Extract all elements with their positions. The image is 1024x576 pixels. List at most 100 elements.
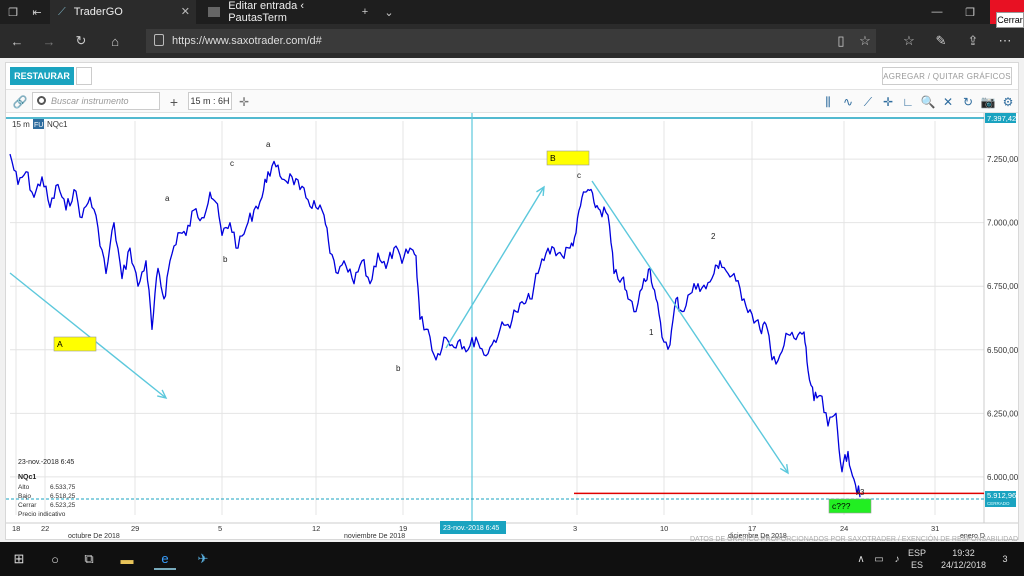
share-icon[interactable]: ⇪ [964,32,982,50]
back-arrow-icon[interactable]: ← [8,32,26,50]
x-tick-label: 10 [660,524,668,533]
y-tick-label: 6.250,00 [987,409,1018,418]
info-row-label: Bajo [18,493,31,500]
annotation-box-label: A [57,339,63,349]
new-tab-button[interactable]: + [354,0,376,24]
fu-badge-text: FU [34,122,43,129]
camera-icon[interactable]: 📷 [980,94,996,110]
trend-tool-icon[interactable]: ∟ [900,94,916,110]
month-label: octubre De 2018 [68,533,120,539]
annotation-box-label: B [550,153,556,163]
tab-label: TraderGO [73,6,123,18]
minimize-icon[interactable]: — [922,0,952,24]
fit-icon[interactable]: ✕ [940,94,956,110]
close-tooltip: Cerrar [996,12,1024,28]
search-icon[interactable]: ○ [44,548,66,570]
chart-panel: RESTAURAR AGREGAR / QUITAR GRÁFICOS 🔗 Bu… [5,62,1019,540]
task-view-icon[interactable]: ⧉ [78,548,100,570]
indicators-icon[interactable]: ⫼ [820,94,836,110]
wave-label: b [223,255,228,264]
x-tick-label: 12 [312,524,320,533]
info-symbol: NQc1 [18,474,36,481]
wave-label: 2 [711,232,716,241]
tab-tradergo[interactable]: ⟋ TraderGO ✕ [50,0,196,24]
edge-icon[interactable]: e [154,548,176,570]
address-bar[interactable]: https://www.saxotrader.com/d# [146,29,876,53]
x-tick-label: 22 [41,524,49,533]
info-row-label: Alto [18,484,30,491]
tab-list-icon[interactable]: ❐ [2,0,24,24]
tradergo-app: RESTAURAR AGREGAR / QUITAR GRÁFICOS 🔗 Bu… [0,58,1024,542]
wave-label: x3 [856,488,865,497]
last-price-bottom-label: 5.912,96 [987,491,1016,500]
x-tick-label: 31 [931,524,939,533]
x-tick-label: 29 [131,524,139,533]
tab-dropdown-icon[interactable]: ⌄ [378,0,400,24]
browser-nav-bar: ← → ↻ ⌂ https://www.saxotrader.com/d# ▯ … [0,24,1024,58]
symbol-label: NQc1 [47,120,68,129]
wordpress-favicon-icon [208,7,221,17]
info-row-value: 6.523,25 [50,502,76,509]
wave-label: c [577,171,581,180]
interval-selector[interactable]: 15 m : 6H [188,92,232,110]
tab-label: Editar entrada ‹ PautasTerm [228,0,305,24]
add-instrument-icon[interactable]: + [166,94,182,110]
x-tick-label: 19 [399,524,407,533]
y-tick-label: 6.000,00 [987,473,1018,482]
y-tick-label: 7.250,00 [987,155,1018,164]
price-chart[interactable]: 7.250,00 7.000,00 6.750,00 6.500,00 6.250,00… [6,113,1018,539]
timeframe-label: 15 m [12,120,30,129]
popout-icon[interactable] [76,67,92,85]
back-tabs-icon[interactable]: ⇤ [26,0,48,24]
wave-label: a [165,194,170,203]
gear-icon[interactable]: ⚙ [1000,94,1016,110]
browser-tab-bar: ❐ ⇤ ⟋ TraderGO ✕ Editar entrada ‹ Pautas… [0,0,1024,28]
x-tick-label: 17 [748,524,756,533]
restore-button[interactable]: RESTAURAR [10,67,74,85]
y-tick-label: 7.000,00 [987,219,1018,228]
info-row-value: 6.533,75 [50,484,76,491]
windows-start-icon[interactable]: ⊞ [8,548,30,570]
file-explorer-icon[interactable]: ▬ [116,548,138,570]
wave-label: a [266,140,271,149]
restore-icon[interactable]: ❐ [955,0,985,24]
info-footer: Precio indicativo [18,511,66,518]
chart-background [6,113,1018,539]
chart-toolbar: 🔗 Buscar instrumento + 15 m : 6H ✛ ⫼ ∿ ⟋… [6,89,1018,113]
volume-icon[interactable]: ♪ [886,548,908,570]
month-label: noviembre De 2018 [344,533,405,539]
add-remove-charts-button[interactable]: AGREGAR / QUITAR GRÁFICOS [882,67,1012,85]
telegram-icon[interactable]: ✈ [192,548,214,570]
tradergo-favicon-icon: ⟋ [58,5,66,18]
draw-line-icon[interactable]: ⟋ [860,94,876,110]
home-icon[interactable]: ⌂ [106,32,124,50]
x-tick-label: 5 [218,524,222,533]
favorite-star-icon[interactable]: ☆ [856,32,874,50]
link-icon[interactable]: 🔗 [12,94,28,110]
chart-type-icon[interactable]: ∿ [840,94,856,110]
language-indicator[interactable]: ESP ES [908,547,926,571]
system-clock[interactable]: 19:32 24/12/2018 [941,547,986,571]
refresh-icon[interactable]: ↻ [72,32,90,50]
tab-editar-entrada[interactable]: Editar entrada ‹ PautasTerm [200,0,348,24]
reading-view-icon[interactable]: ▯ [832,32,850,50]
pen-icon[interactable]: ✎ [932,32,950,50]
y-tick-label: 6.500,00 [987,346,1018,355]
wave-label: c [230,159,234,168]
forward-arrow-icon[interactable]: → [40,32,58,50]
lock-icon [154,34,164,46]
notifications-icon[interactable]: 3 [994,548,1016,570]
info-datetime: 23-nov.-2018 6:45 [18,459,74,466]
refresh-chart-icon[interactable]: ↻ [960,94,976,110]
info-row-label: Cerrar [18,502,37,509]
crosshair-x-label: 23-nov.-2018 6:45 [443,525,499,532]
more-icon[interactable]: ⋯ [996,32,1014,50]
favorites-hub-icon[interactable]: ☆ [900,32,918,50]
crosshair-icon[interactable]: ✛ [880,94,896,110]
info-row-value: 6.518,25 [50,493,76,500]
close-tab-icon[interactable]: ✕ [181,5,190,18]
zoom-icon[interactable]: 🔍 [920,94,936,110]
y-tick-label: 6.750,00 [987,282,1018,291]
crosshair-settings-icon[interactable]: ✛ [236,94,252,110]
instrument-search-input[interactable]: Buscar instrumento [32,92,160,110]
